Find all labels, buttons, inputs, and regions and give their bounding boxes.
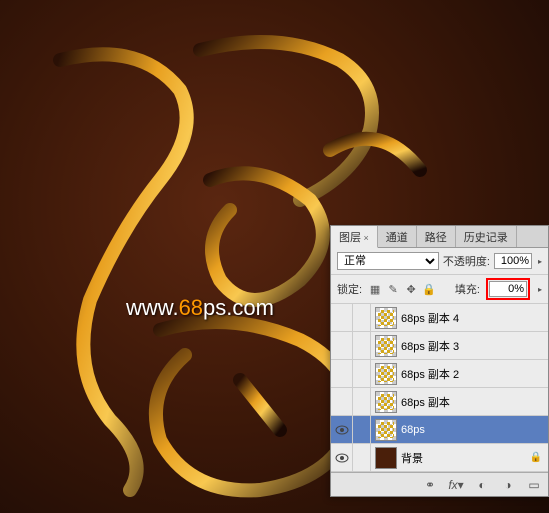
link-column (353, 360, 371, 388)
panel-footer: ⚭ fx▾ ◐ ◑ ▭ (331, 472, 548, 496)
watermark-suffix: ps.com (203, 295, 274, 320)
layers-panel: 图层 通道 路径 历史记录 正常 不透明度: ▸ 锁定: ▦ ✎ ✥ 🔒 填充:… (330, 225, 549, 497)
lock-icons: ▦ ✎ ✥ 🔒 (368, 282, 436, 296)
link-column (353, 388, 371, 416)
lock-fill-row: 锁定: ▦ ✎ ✥ 🔒 填充: ▸ (331, 275, 548, 304)
opacity-dropdown-icon[interactable]: ▸ (538, 257, 542, 266)
tab-paths[interactable]: 路径 (417, 226, 456, 247)
eye-icon (335, 453, 349, 463)
opacity-input[interactable] (494, 253, 532, 269)
visibility-toggle[interactable] (331, 416, 353, 444)
layer-fx-icon[interactable]: fx▾ (448, 477, 464, 493)
layer-thumbnail[interactable] (375, 447, 397, 469)
layer-row[interactable]: 背景🔒 (331, 444, 548, 472)
layer-row[interactable]: 68ps (331, 416, 548, 444)
layer-row[interactable]: 68ps 副本 4 (331, 304, 548, 332)
link-column (353, 444, 371, 472)
opacity-label: 不透明度: (443, 253, 490, 269)
adjustment-layer-icon[interactable]: ◑ (500, 477, 516, 493)
visibility-toggle[interactable] (331, 332, 353, 360)
watermark: www.68ps.com (126, 295, 274, 321)
blend-opacity-row: 正常 不透明度: ▸ (331, 248, 548, 275)
link-column (353, 416, 371, 444)
visibility-toggle[interactable] (331, 444, 353, 472)
link-layers-icon[interactable]: ⚭ (422, 477, 438, 493)
tab-layers[interactable]: 图层 (331, 226, 378, 248)
layer-mask-icon[interactable]: ◐ (474, 477, 490, 493)
lock-position-icon[interactable]: ✥ (404, 282, 418, 296)
visibility-toggle[interactable] (331, 304, 353, 332)
fill-label: 填充: (455, 281, 480, 297)
blend-mode-select[interactable]: 正常 (337, 252, 439, 270)
lock-label: 锁定: (337, 281, 362, 297)
layer-name-label[interactable]: 背景 (401, 450, 530, 466)
lock-icon: 🔒 (530, 452, 542, 463)
layer-name-label[interactable]: 68ps (401, 424, 548, 436)
layer-row[interactable]: 68ps 副本 (331, 388, 548, 416)
lock-paint-icon[interactable]: ✎ (386, 282, 400, 296)
link-column (353, 304, 371, 332)
watermark-highlight: 68 (179, 295, 203, 320)
fill-dropdown-icon[interactable]: ▸ (538, 285, 542, 294)
lock-transparency-icon[interactable]: ▦ (368, 282, 382, 296)
layer-thumbnail[interactable] (375, 419, 397, 441)
layer-row[interactable]: 68ps 副本 2 (331, 360, 548, 388)
tab-channels[interactable]: 通道 (378, 226, 417, 247)
watermark-prefix: www. (126, 295, 179, 320)
visibility-toggle[interactable] (331, 360, 353, 388)
layer-row[interactable]: 68ps 副本 3 (331, 332, 548, 360)
lock-all-icon[interactable]: 🔒 (422, 282, 436, 296)
visibility-toggle[interactable] (331, 388, 353, 416)
layer-thumbnail[interactable] (375, 335, 397, 357)
layer-name-label[interactable]: 68ps 副本 (401, 394, 548, 410)
tab-history[interactable]: 历史记录 (456, 226, 517, 247)
layer-thumbnail[interactable] (375, 363, 397, 385)
layer-name-label[interactable]: 68ps 副本 2 (401, 366, 548, 382)
layer-name-label[interactable]: 68ps 副本 4 (401, 310, 548, 326)
layer-name-label[interactable]: 68ps 副本 3 (401, 338, 548, 354)
link-column (353, 332, 371, 360)
fill-highlight-box (486, 278, 530, 300)
panel-tabs: 图层 通道 路径 历史记录 (331, 226, 548, 248)
layer-thumbnail[interactable] (375, 391, 397, 413)
fill-input[interactable] (489, 281, 527, 297)
layer-group-icon[interactable]: ▭ (526, 477, 542, 493)
layer-thumbnail[interactable] (375, 307, 397, 329)
eye-icon (335, 425, 349, 435)
layers-list: 68ps 副本 4 68ps 副本 3 68ps 副本 2 68ps 副本 68ps 背景… (331, 304, 548, 472)
